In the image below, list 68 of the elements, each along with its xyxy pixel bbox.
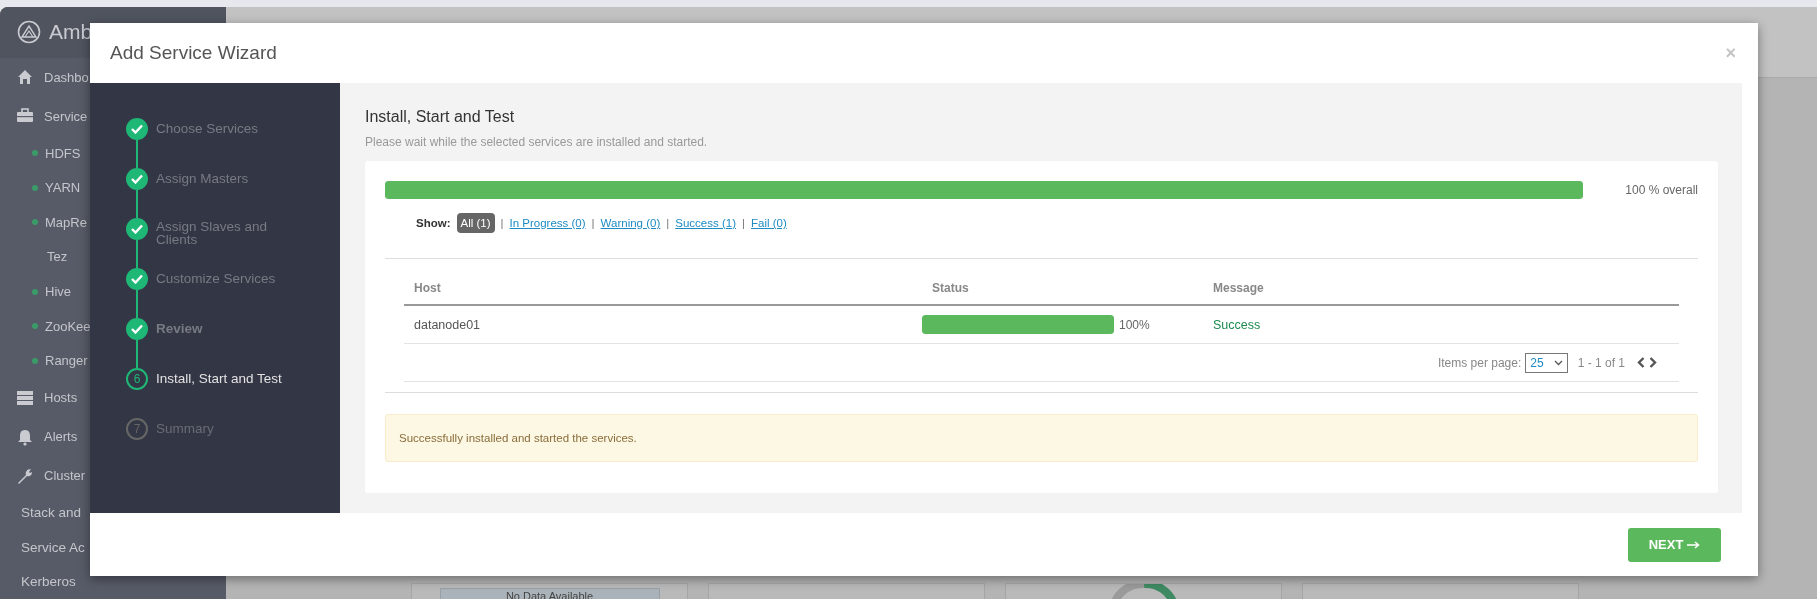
column-header: Host <box>413 280 442 295</box>
step-label[interactable]: Customize Services <box>156 268 306 318</box>
sidebar-item[interactable]: Stack and <box>21 505 82 520</box>
table-cell-text: Success <box>1212 317 1262 332</box>
step-label[interactable]: Choose Services <box>156 118 306 168</box>
sidebar-item[interactable]: Cluster <box>44 468 86 484</box>
sidebar-item[interactable]: Service <box>44 108 88 124</box>
sidebar-item[interactable]: MapRe <box>45 214 87 230</box>
separator: | <box>591 217 595 229</box>
sidebar-item[interactable]: Service Ac <box>21 539 85 555</box>
status-dot <box>32 357 38 364</box>
table-cell-text: datanode01 <box>413 317 482 332</box>
page-range: 1 - 1 of 1 <box>1577 355 1625 370</box>
step-number: 6 <box>126 368 148 390</box>
app-logo-text: Amb <box>49 20 93 45</box>
step-label[interactable]: Install, Start and Test <box>156 368 306 418</box>
sidebar-item[interactable]: Hosts <box>44 390 78 406</box>
separator: | <box>500 217 504 229</box>
status-dot <box>32 323 38 330</box>
chevron-right-icon[interactable] <box>1649 357 1657 368</box>
sidebar-item[interactable]: Dashbo <box>44 69 89 85</box>
check-icon <box>131 124 143 134</box>
chevron-left-icon[interactable] <box>1637 357 1645 368</box>
section-description: Please wait while the selected services are installed and started. <box>365 135 709 149</box>
chevron-down-icon <box>1553 359 1563 366</box>
progress-reading: 100 % overall <box>1624 183 1698 197</box>
step-label[interactable]: Assign Masters <box>156 168 306 218</box>
column-header: Message <box>1212 280 1265 295</box>
dialog-title: Add Service Wizard <box>110 42 277 64</box>
filter-link[interactable]: Fail (0) <box>750 217 787 229</box>
filter-label: Show: <box>416 217 451 229</box>
check-icon <box>131 324 143 334</box>
separator: | <box>741 217 745 229</box>
check-icon <box>131 274 143 284</box>
sidebar-item[interactable]: YARN <box>45 180 81 196</box>
success-alert: Successfully installed and started the services. <box>385 414 1698 462</box>
status-dot <box>32 150 38 157</box>
status-dot <box>32 288 38 295</box>
status-dot <box>32 184 38 191</box>
section-heading: Install, Start and Test <box>365 108 516 127</box>
arrow-right-icon <box>1687 540 1701 549</box>
server-icon <box>16 388 34 407</box>
check-icon <box>131 174 143 184</box>
page-size-select[interactable]: 25 <box>1525 352 1568 373</box>
progress-reading: 100% <box>1119 317 1150 332</box>
sidebar-item[interactable]: Kerberos <box>21 574 76 590</box>
column-header: Status <box>931 280 970 295</box>
wrench-icon <box>16 466 34 485</box>
home-icon <box>16 68 34 87</box>
filter-link[interactable]: Success (1) <box>675 217 736 229</box>
sidebar-item[interactable]: ZooKee <box>45 318 91 334</box>
filter-link[interactable]: Warning (0) <box>600 217 661 229</box>
status-dot <box>32 219 38 226</box>
filter-link[interactable]: In Progress (0) <box>509 217 586 229</box>
sidebar-item[interactable]: HDFS <box>45 145 81 161</box>
sidebar-item[interactable]: Tez <box>47 249 68 265</box>
sidebar-item[interactable]: Ranger <box>45 353 88 369</box>
sidebar-item[interactable]: Hive <box>45 284 71 300</box>
next-button[interactable]: NEXT <box>1628 527 1721 562</box>
logo-icon <box>17 20 41 45</box>
sidebar-item[interactable]: Alerts <box>44 429 78 445</box>
check-icon <box>131 224 143 234</box>
step-label[interactable]: Assign Slaves and Clients <box>156 218 306 268</box>
bell-icon <box>16 427 34 446</box>
items-per-page-label: Items per page: <box>1437 355 1522 370</box>
separator: | <box>666 217 670 229</box>
filter-link[interactable]: All (1) <box>456 213 495 233</box>
step-label[interactable]: Review <box>156 318 306 368</box>
